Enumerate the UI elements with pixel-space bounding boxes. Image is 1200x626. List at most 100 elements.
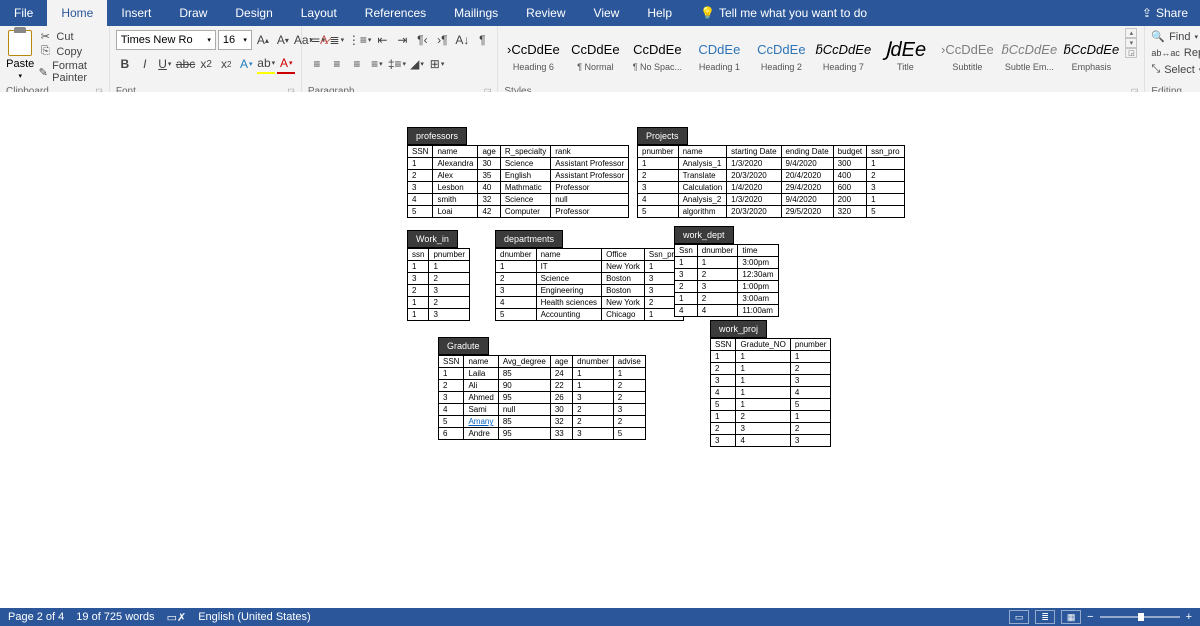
justify-button[interactable]: ≡▾: [368, 54, 386, 74]
print-layout-button[interactable]: ≣: [1035, 610, 1055, 624]
style-subtitle[interactable]: ›CcDdEeSubtitle: [938, 28, 996, 80]
style-subtle-em-[interactable]: ƃCcDdEeSubtle Em...: [1000, 28, 1058, 80]
bold-button[interactable]: B: [116, 54, 134, 74]
table-row: 1Alexandra30ScienceAssistant Professor: [408, 158, 629, 170]
tab-insert[interactable]: Insert: [107, 0, 165, 26]
tell-me[interactable]: 💡 Tell me what you want to do: [686, 0, 881, 26]
style-title[interactable]: ͿdEeTitle: [876, 28, 934, 80]
find-button[interactable]: 🔍Find▾: [1151, 30, 1198, 43]
tab-home[interactable]: Home: [47, 0, 107, 26]
table-professors: SSNnameageR_specialtyrank1Alexandra30Sci…: [407, 145, 629, 218]
replace-button[interactable]: ab↔acReplace: [1151, 47, 1200, 59]
tab-layout[interactable]: Layout: [287, 0, 351, 26]
paste-button[interactable]: Paste ▾: [6, 28, 34, 80]
th: starting Date: [727, 146, 781, 158]
borders-button[interactable]: ⊞▾: [428, 54, 446, 74]
underline-button[interactable]: U▾: [156, 54, 174, 74]
styles-more-icon[interactable]: ◲: [1125, 48, 1137, 58]
styles-more-icon[interactable]: ▾: [1125, 38, 1137, 48]
copy-button[interactable]: ⎘Copy: [38, 45, 102, 58]
link[interactable]: Amany: [468, 417, 493, 426]
th: Gradute_NO: [736, 339, 790, 351]
grow-font-button[interactable]: A▴: [254, 30, 272, 50]
scissors-icon: ✂: [38, 30, 52, 43]
share-button[interactable]: ⇪ Share: [1128, 0, 1200, 26]
spellcheck-icon[interactable]: ▭✗: [167, 611, 187, 624]
status-language[interactable]: English (United States): [198, 611, 311, 623]
table-row: 12: [408, 297, 470, 309]
search-icon: 🔍: [1151, 30, 1165, 43]
format-painter-button[interactable]: ✎Format Painter: [38, 60, 102, 84]
title-work_proj: work_proj: [710, 320, 767, 338]
subscript-button[interactable]: x2: [197, 54, 215, 74]
title-projects: Projects: [637, 127, 688, 145]
rtl-button[interactable]: ›¶: [433, 30, 451, 50]
tab-design[interactable]: Design: [221, 0, 286, 26]
status-page[interactable]: Page 2 of 4: [8, 611, 64, 623]
th: age: [550, 356, 572, 368]
style-emphasis[interactable]: ƃCcDdEeEmphasis: [1062, 28, 1120, 80]
status-words[interactable]: 19 of 725 words: [76, 611, 154, 623]
shrink-font-button[interactable]: A▾: [274, 30, 292, 50]
highlight-button[interactable]: ab▾: [257, 54, 275, 74]
table-work_in: ssnpnumber1132231213: [407, 248, 470, 321]
table-row: 231:00pm: [675, 281, 779, 293]
sort-button[interactable]: A↓: [453, 30, 471, 50]
tab-review[interactable]: Review: [512, 0, 579, 26]
tab-view[interactable]: View: [580, 0, 634, 26]
shading-button[interactable]: ◢▾: [408, 54, 426, 74]
strike-button[interactable]: abc: [176, 54, 195, 74]
style--normal[interactable]: CcDdEe¶ Normal: [566, 28, 624, 80]
multilevel-button[interactable]: ⋮≡▾: [348, 30, 372, 50]
brush-icon: ✎: [38, 66, 48, 79]
th: name: [464, 356, 498, 368]
styles-more-icon[interactable]: ▴: [1125, 28, 1137, 38]
tab-file[interactable]: File: [0, 0, 47, 26]
style--no-spac-[interactable]: CcDdEe¶ No Spac...: [628, 28, 686, 80]
style-heading-7[interactable]: ƃCcDdEeHeading 7: [814, 28, 872, 80]
style-heading-1[interactable]: CDdEeHeading 1: [690, 28, 748, 80]
table-row: 111: [711, 351, 831, 363]
align-center-button[interactable]: ≡: [328, 54, 346, 74]
table-row: 3EngineeringBoston3: [496, 285, 684, 297]
table-row: 13: [408, 309, 470, 321]
web-layout-button[interactable]: ▦: [1061, 610, 1081, 624]
table-row: 5AccountingChicago1: [496, 309, 684, 321]
style-heading-6[interactable]: ›CcDdEeHeading 6: [504, 28, 562, 80]
zoom-out-button[interactable]: −: [1087, 611, 1093, 623]
read-mode-button[interactable]: ▭: [1009, 610, 1029, 624]
increase-indent-button[interactable]: ⇥: [393, 30, 411, 50]
align-left-button[interactable]: ≡: [308, 54, 326, 74]
bullets-button[interactable]: ≔▾: [308, 30, 326, 50]
text-effects-button[interactable]: A▾: [237, 54, 255, 74]
numbering-button[interactable]: ≣▾: [328, 30, 346, 50]
status-bar: Page 2 of 4 19 of 725 words ▭✗ English (…: [0, 608, 1200, 626]
superscript-button[interactable]: x2: [217, 54, 235, 74]
table-row: 6Andre953335: [439, 428, 646, 440]
table-row: 212: [711, 363, 831, 375]
th: ssn_pro: [867, 146, 904, 158]
style-heading-2[interactable]: CcDdEeHeading 2: [752, 28, 810, 80]
cut-button[interactable]: ✂Cut: [38, 30, 102, 43]
align-right-button[interactable]: ≡: [348, 54, 366, 74]
font-color-button[interactable]: A▾: [277, 54, 295, 74]
tab-help[interactable]: Help: [633, 0, 686, 26]
select-button[interactable]: ⤡Select▾: [1151, 63, 1200, 76]
italic-button[interactable]: I: [136, 54, 154, 74]
show-marks-button[interactable]: ¶: [473, 30, 491, 50]
decrease-indent-button[interactable]: ⇤: [373, 30, 391, 50]
zoom-slider[interactable]: [1100, 616, 1180, 618]
title-departments: departments: [495, 230, 563, 248]
tab-references[interactable]: References: [351, 0, 440, 26]
ltr-button[interactable]: ¶‹: [413, 30, 431, 50]
tab-draw[interactable]: Draw: [165, 0, 221, 26]
font-name-select[interactable]: Times New Ro▾: [116, 30, 216, 50]
tab-mailings[interactable]: Mailings: [440, 0, 512, 26]
font-size-select[interactable]: 16▾: [218, 30, 252, 50]
zoom-in-button[interactable]: +: [1186, 611, 1192, 623]
table-row: 4Saminull3023: [439, 404, 646, 416]
table-row: 2Ali902212: [439, 380, 646, 392]
document-canvas[interactable]: professorsSSNnameageR_specialtyrank1Alex…: [0, 92, 1200, 608]
line-spacing-button[interactable]: ‡≡▾: [388, 54, 406, 74]
th: SSN: [711, 339, 736, 351]
